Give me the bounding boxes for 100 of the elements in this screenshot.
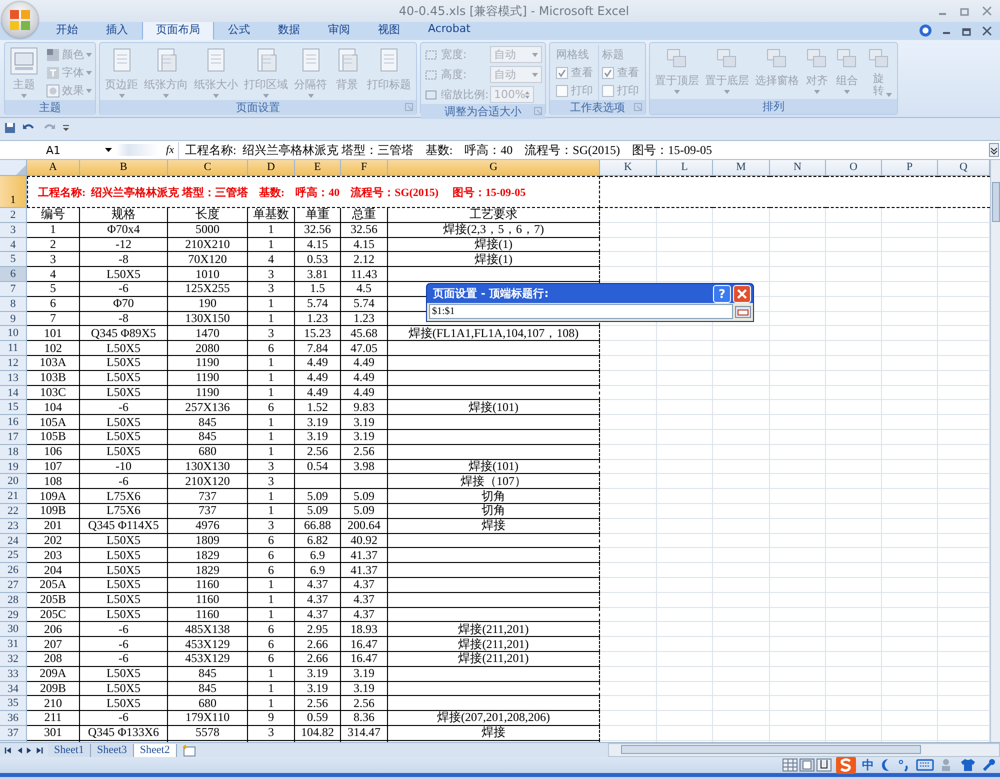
restore-icon[interactable] <box>962 26 972 36</box>
empty-cell[interactable] <box>713 176 770 208</box>
row-header[interactable]: 12 <box>0 356 27 371</box>
page-view-icon[interactable] <box>799 758 815 772</box>
row-header[interactable]: 29 <box>0 608 27 622</box>
row-header[interactable]: 24 <box>0 534 27 548</box>
column-header[interactable]: Q <box>938 160 990 176</box>
close-button[interactable] <box>733 284 751 302</box>
vertical-scrollbar[interactable] <box>990 160 1000 742</box>
column-header[interactable]: O <box>826 160 882 176</box>
column-header[interactable]: A <box>27 160 80 176</box>
row-header[interactable]: 34 <box>0 682 27 696</box>
column-header[interactable]: C <box>168 160 248 176</box>
column-header[interactable]: E <box>295 160 341 176</box>
shirt-icon[interactable] <box>960 758 976 772</box>
ribbon-tab[interactable]: 公式 <box>214 20 264 40</box>
help-button[interactable]: ? <box>713 284 731 302</box>
row-header[interactable]: 9 <box>0 312 27 326</box>
row-header[interactable]: 30 <box>0 622 27 638</box>
row-header[interactable]: 3 <box>0 222 27 238</box>
row-header[interactable]: 11 <box>0 341 27 356</box>
column-header[interactable]: L <box>657 160 713 176</box>
close-icon[interactable] <box>982 6 992 16</box>
row-header[interactable]: 37 <box>0 726 27 741</box>
ribbon-tab[interactable]: 视图 <box>364 20 414 40</box>
row-header[interactable]: 18 <box>0 444 27 460</box>
collapse-dialog-icon[interactable] <box>735 306 751 318</box>
row-header[interactable]: 13 <box>0 370 27 386</box>
row-header[interactable]: 17 <box>0 430 27 445</box>
help-icon[interactable] <box>919 24 932 37</box>
ribbon-tab[interactable]: Acrobat <box>414 20 484 40</box>
row-header[interactable]: 14 <box>0 386 27 400</box>
next-sheet-icon[interactable] <box>26 746 32 754</box>
row-header[interactable]: 36 <box>0 711 27 726</box>
column-header[interactable]: M <box>713 160 770 176</box>
row-header[interactable]: 10 <box>0 326 27 342</box>
punctuation-icon[interactable] <box>898 758 910 772</box>
range-field[interactable]: $1:$1 <box>429 304 733 319</box>
row-header[interactable]: 35 <box>0 696 27 712</box>
row-header[interactable]: 23 <box>0 518 27 534</box>
sheet-tab[interactable]: Sheet3 <box>90 744 134 756</box>
column-header[interactable]: P <box>882 160 938 176</box>
row-header[interactable]: 16 <box>0 415 27 430</box>
column-header[interactable]: N <box>770 160 826 176</box>
name-box[interactable]: A1 <box>0 144 116 156</box>
close-icon[interactable] <box>982 26 992 36</box>
table-cell: 焊接(FL1A1,FL1A,104,107，108) <box>388 326 600 342</box>
ribbon-tab[interactable]: 数据 <box>264 20 314 40</box>
row-header[interactable]: 2 <box>0 208 27 223</box>
ribbon-tab[interactable]: 插入 <box>92 20 142 40</box>
customize-icon[interactable] <box>62 123 70 133</box>
row-header[interactable]: 22 <box>0 504 27 519</box>
column-header[interactable]: F <box>341 160 388 176</box>
row-header[interactable]: 21 <box>0 489 27 504</box>
first-sheet-icon[interactable] <box>4 746 13 754</box>
restore-icon[interactable] <box>960 6 970 16</box>
row-header[interactable]: 31 <box>0 637 27 652</box>
keyboard-icon[interactable] <box>916 759 934 771</box>
new-sheet-icon[interactable] <box>180 744 197 756</box>
empty-cell[interactable] <box>600 176 657 208</box>
row-header[interactable]: 26 <box>0 563 27 578</box>
row-header[interactable]: 28 <box>0 592 27 608</box>
horizontal-scrollbar[interactable] <box>608 743 1000 757</box>
column-header[interactable]: G <box>388 160 600 176</box>
table-cell: -6 <box>80 400 168 416</box>
sheet-tab[interactable]: Sheet1 <box>48 744 91 756</box>
last-sheet-icon[interactable] <box>35 746 44 754</box>
row-header[interactable]: 33 <box>0 666 27 682</box>
row-header[interactable]: 4 <box>0 238 27 252</box>
sheet-tab[interactable]: Sheet2 <box>134 744 177 756</box>
row-header[interactable]: 32 <box>0 652 27 667</box>
row-header[interactable]: 5 <box>0 252 27 268</box>
row-header[interactable]: 1 <box>0 176 27 208</box>
row-header[interactable]: 20 <box>0 474 27 490</box>
page-break-view-icon[interactable] <box>816 758 832 772</box>
office-button[interactable] <box>2 2 38 38</box>
row-header[interactable]: 19 <box>0 460 27 474</box>
ribbon-tab[interactable]: 开始 <box>42 20 92 40</box>
grid-view-icon[interactable] <box>782 758 798 772</box>
row-header[interactable]: 6 <box>0 267 27 282</box>
previous-sheet-icon[interactable] <box>16 746 22 754</box>
expand-icon[interactable] <box>989 143 999 157</box>
row-header[interactable]: 25 <box>0 548 27 564</box>
empty-cell[interactable] <box>657 176 713 208</box>
column-header[interactable]: K <box>600 160 657 176</box>
empty-cell[interactable] <box>882 176 938 208</box>
insert-function-button[interactable]: fx <box>166 144 174 156</box>
row-header[interactable]: 15 <box>0 400 27 416</box>
ribbon-tab[interactable]: 审阅 <box>314 20 364 40</box>
input-mode-toggle[interactable]: 中 <box>862 756 874 774</box>
ribbon-tab[interactable]: 页面布局 <box>142 20 214 40</box>
row-header[interactable]: 7 <box>0 282 27 297</box>
save-icon[interactable] <box>4 122 16 134</box>
row-header[interactable]: 27 <box>0 578 27 593</box>
column-header[interactable]: D <box>248 160 295 176</box>
column-header[interactable]: B <box>80 160 168 176</box>
row-header[interactable]: 8 <box>0 296 27 312</box>
empty-cell[interactable] <box>826 176 882 208</box>
table-cell: 41.37 <box>341 548 388 564</box>
empty-cell[interactable] <box>770 176 826 208</box>
